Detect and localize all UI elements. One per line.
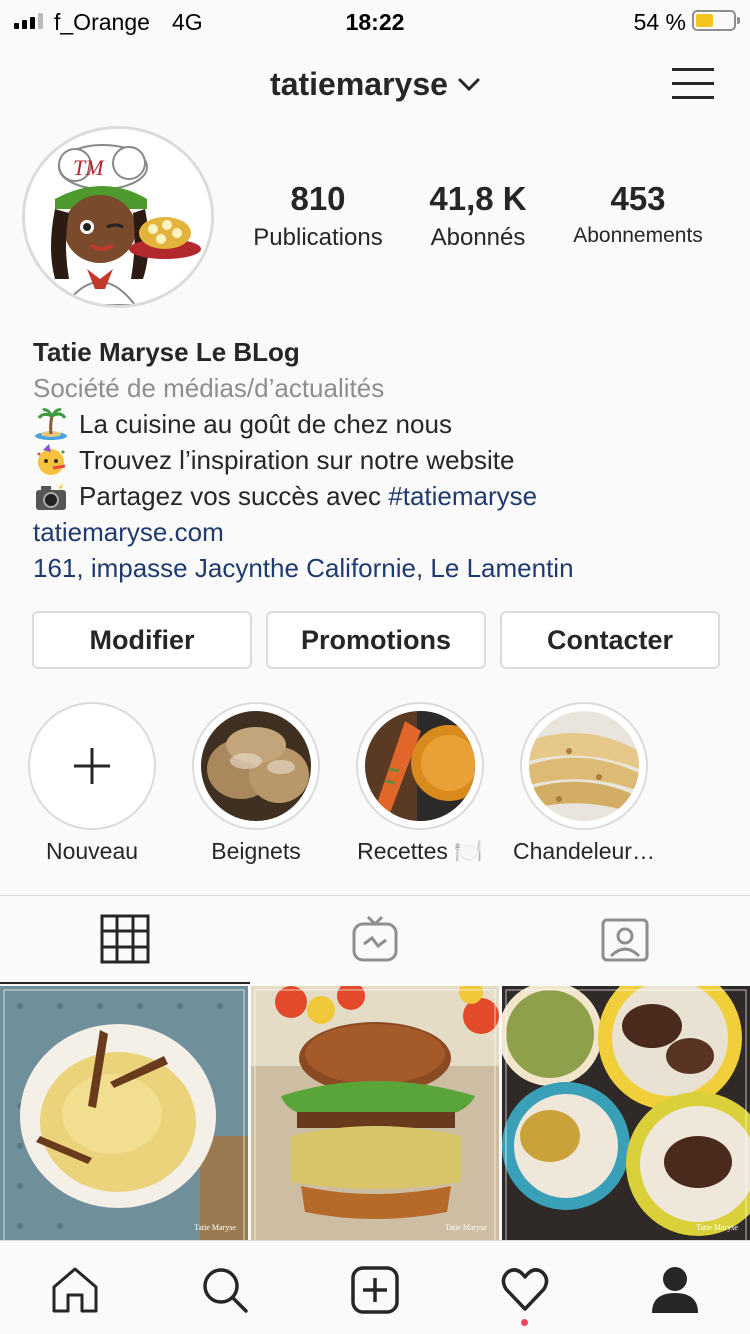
posts-count: 810 [290, 180, 346, 217]
followers-count: 41,8 K [429, 180, 527, 217]
menu-icon[interactable] [672, 66, 714, 102]
battery-percent: 54 % [633, 9, 686, 35]
highlight-cover [365, 711, 475, 821]
following-stat[interactable]: 453 Abonnements [564, 180, 712, 248]
account-switcher[interactable]: tatiemaryse [270, 66, 480, 103]
heart-icon[interactable] [500, 1265, 550, 1315]
edit-profile-button[interactable]: Modifier [32, 611, 252, 669]
search-icon[interactable] [200, 1265, 250, 1315]
followers-label: Abonnés [430, 224, 526, 251]
new-post-icon[interactable] [350, 1265, 400, 1315]
profile-bio: Tatie Maryse Le BLog Société de médias/d… [33, 334, 733, 586]
hashtag-link[interactable]: #tatiemaryse [388, 481, 537, 511]
party-face-icon [37, 444, 66, 475]
highlight-label: Chandeleur… [513, 838, 655, 864]
status-bar: f_Orange 4G 18:22 54 % [0, 0, 750, 40]
website-link[interactable]: tatiemaryse.com [33, 514, 733, 550]
following-label: Abonnements [573, 224, 703, 247]
profile-category: Société de médias/d’actualités [33, 373, 385, 403]
address-link[interactable]: 161, impasse Jacynthe Californie, Le Lam… [33, 550, 733, 586]
highlight-chandeleur[interactable]: Chandeleur… [513, 702, 655, 864]
notification-dot [521, 1319, 528, 1326]
chevron-down-icon [458, 78, 480, 91]
highlight-cover [529, 711, 639, 821]
highlight-beignets[interactable]: Beignets [192, 702, 320, 864]
following-count: 453 [610, 180, 666, 217]
logo-monogram: TM [73, 155, 105, 180]
posts-stat[interactable]: 810 Publications [246, 180, 390, 252]
camera-flash-icon [36, 482, 66, 510]
plus-icon [74, 748, 110, 784]
chef-mascot-logo: TM [25, 129, 211, 305]
profile-avatar[interactable]: TM [22, 126, 214, 308]
profile-tabs [0, 896, 750, 984]
highlight-recettes[interactable]: Recettes 🍽️ [356, 702, 484, 864]
watermark: Tatie Maryse [445, 1223, 487, 1232]
posts-label: Publications [253, 224, 383, 251]
post-thumbnail[interactable]: Tatie Maryse [251, 986, 499, 1248]
palm-island-icon [35, 408, 67, 440]
igtv-icon[interactable] [350, 914, 400, 964]
bottom-navigation [0, 1240, 750, 1334]
posts-grid: Tatie Maryse Tatie Maryse Tatie Maryse [0, 986, 750, 1248]
watermark: Tatie Maryse [194, 1223, 236, 1232]
display-name: Tatie Maryse Le BLog [33, 337, 300, 367]
followers-stat[interactable]: 41,8 K Abonnés [416, 180, 540, 252]
highlight-cover [201, 711, 311, 821]
profile-header: tatiemaryse [0, 56, 750, 112]
watermark: Tatie Maryse [696, 1223, 738, 1232]
bio-line-1: La cuisine au goût de chez nous [79, 409, 452, 439]
post-thumbnail[interactable]: Tatie Maryse [0, 986, 248, 1248]
post-thumbnail[interactable]: Tatie Maryse [502, 986, 750, 1248]
grid-icon[interactable] [100, 914, 150, 964]
bio-line-3: Partagez vos succès avec [79, 481, 389, 511]
profile-username: tatiemaryse [270, 66, 448, 102]
highlight-new[interactable]: Nouveau [28, 702, 156, 864]
bio-line-2: Trouvez l’inspiration sur notre website [79, 445, 515, 475]
contact-button[interactable]: Contacter [500, 611, 720, 669]
battery-icon [692, 10, 740, 31]
promotions-button[interactable]: Promotions [266, 611, 486, 669]
tagged-icon[interactable] [600, 914, 650, 964]
active-tab-indicator [0, 982, 250, 984]
profile-icon[interactable] [650, 1265, 700, 1315]
profile-actions: Modifier Promotions Contacter [32, 611, 720, 669]
home-icon[interactable] [50, 1265, 100, 1315]
